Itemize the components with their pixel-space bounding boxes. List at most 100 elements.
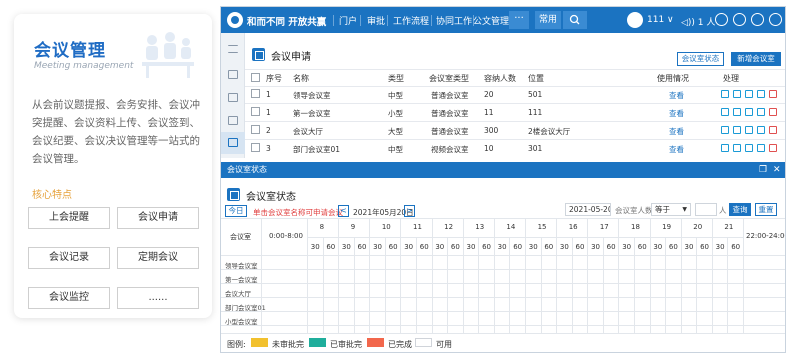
feature-meeting-request-button[interactable]: 会议申请 [117,207,199,229]
edit-icon[interactable] [721,108,729,116]
pencil-icon[interactable] [757,108,765,116]
row-location: 111 [528,108,543,117]
select-all-checkbox[interactable] [251,73,260,82]
power-icon[interactable] [769,13,782,26]
capacity-operator-select[interactable]: 等于 ▼ [651,203,691,216]
capacity-input[interactable] [695,203,717,216]
delete-icon[interactable] [769,90,777,98]
printer-icon[interactable] [228,93,238,102]
restore-window-icon[interactable]: ❐ [759,165,767,175]
print-icon[interactable] [745,126,753,134]
row-no: 3 [266,144,271,153]
feature-more-button[interactable]: ...... [117,287,199,309]
row-name[interactable]: 第一会议室 [293,108,331,119]
online-audio-indicator[interactable]: ◁)) 1 人 [681,15,715,28]
nav-item-documents[interactable]: 公文管理 [473,14,509,27]
row-checkbox[interactable] [251,89,260,98]
grid-line [431,218,433,333]
user-menu-caret-icon[interactable]: ∨ [667,15,674,25]
row-name[interactable]: 会议大厅 [293,126,323,137]
row-checkbox[interactable] [251,143,260,152]
room-name-link[interactable]: 小型会议室 [225,316,258,326]
half-hour-header: 30 [310,243,320,251]
detail-icon[interactable] [733,144,741,152]
refresh-icon[interactable] [751,13,764,26]
nav-favorites-button[interactable]: 常用 [535,11,561,29]
room-status-dialog-titlebar[interactable]: 会议室状态 [221,162,785,178]
forward-icon[interactable] [733,13,746,26]
feature-meeting-monitor-button[interactable]: 会议监控 [28,287,110,309]
edit-icon[interactable] [721,144,729,152]
half-hour-header: 30 [528,243,538,251]
menu-toggle-icon[interactable] [228,45,238,53]
user-avatar[interactable] [627,12,643,28]
add-room-button[interactable]: 新增会议室 [731,52,781,66]
legend-label-available: 可用 [436,340,452,349]
half-hour-header: 30 [591,243,600,251]
row-divider [245,139,785,140]
row-room-type: 普通会议室 [431,127,469,136]
room-name-link[interactable]: 第一会议室 [225,274,258,284]
calendar-icon[interactable] [228,70,238,79]
document-icon[interactable] [228,116,238,125]
edit-icon[interactable] [721,90,729,98]
intro-title: 会议管理 [34,41,106,61]
room-name-link[interactable]: 会议大厅 [225,288,251,298]
add-icon[interactable] [715,13,728,26]
prev-day-button[interactable]: < [338,205,349,217]
edit-icon[interactable] [721,126,729,134]
hour-header: 15 [537,223,547,231]
nav-item-collaboration[interactable]: 协同工作 [436,14,472,27]
pencil-icon[interactable] [757,144,765,152]
view-usage-link[interactable]: 查看 [669,90,684,101]
room-status-button[interactable]: 会议室状态 [677,52,724,66]
view-usage-link[interactable]: 查看 [669,126,684,137]
detail-icon[interactable] [733,108,741,116]
pencil-icon[interactable] [757,126,765,134]
row-checkbox[interactable] [251,107,260,116]
room-name-link[interactable]: 部门会议室01 [225,302,266,312]
pencil-icon[interactable] [757,90,765,98]
meeting-room-icon[interactable] [228,138,238,147]
user-name[interactable]: 111 [647,15,664,25]
today-button[interactable]: 今日 [225,205,247,217]
feature-meeting-record-button[interactable]: 会议记录 [28,247,110,269]
chevron-down-icon: ▼ [682,206,687,213]
row-name[interactable]: 部门会议室01 [293,144,340,155]
close-icon[interactable]: ✕ [773,165,781,175]
feature-recurring-meeting-button[interactable]: 定期会议 [117,247,199,269]
half-hour-header: 60 [668,243,678,251]
features-label: 核心特点 [32,190,72,201]
row-checkbox[interactable] [251,125,260,134]
nav-item-approval[interactable]: 审批 [367,14,385,27]
row-name[interactable]: 领导会议室 [293,90,331,101]
nav-item-workflow[interactable]: 工作流程 [393,14,429,27]
half-hour-header: 60 [482,243,491,251]
search-icon [569,14,580,25]
next-day-button[interactable]: > [404,205,415,217]
feature-meeting-reminder-button[interactable]: 上会提醒 [28,207,110,229]
nav-search-button[interactable] [563,11,587,29]
print-icon[interactable] [745,144,753,152]
room-name-link[interactable]: 领导会议室 [225,260,258,270]
reset-button[interactable]: 重置 [755,203,777,216]
hour-header: 9 [350,223,356,231]
delete-icon[interactable] [769,108,777,116]
nav-item-portal[interactable]: 门户 [339,14,357,27]
hour-header: 11 [413,223,422,231]
grid-line [353,237,355,333]
table-divider [245,86,785,87]
detail-icon[interactable] [733,90,741,98]
query-button[interactable]: 查询 [729,203,751,216]
view-usage-link[interactable]: 查看 [669,144,684,155]
print-icon[interactable] [745,90,753,98]
print-icon[interactable] [745,108,753,116]
hour-header: 20 [693,223,703,231]
nav-more-button[interactable]: ··· [509,11,529,29]
detail-icon[interactable] [733,126,741,134]
view-usage-link[interactable]: 查看 [669,108,684,119]
delete-icon[interactable] [769,144,777,152]
date-input[interactable]: 2021-05-20 [565,203,611,216]
delete-icon[interactable] [769,126,777,134]
grid-line [221,311,785,312]
